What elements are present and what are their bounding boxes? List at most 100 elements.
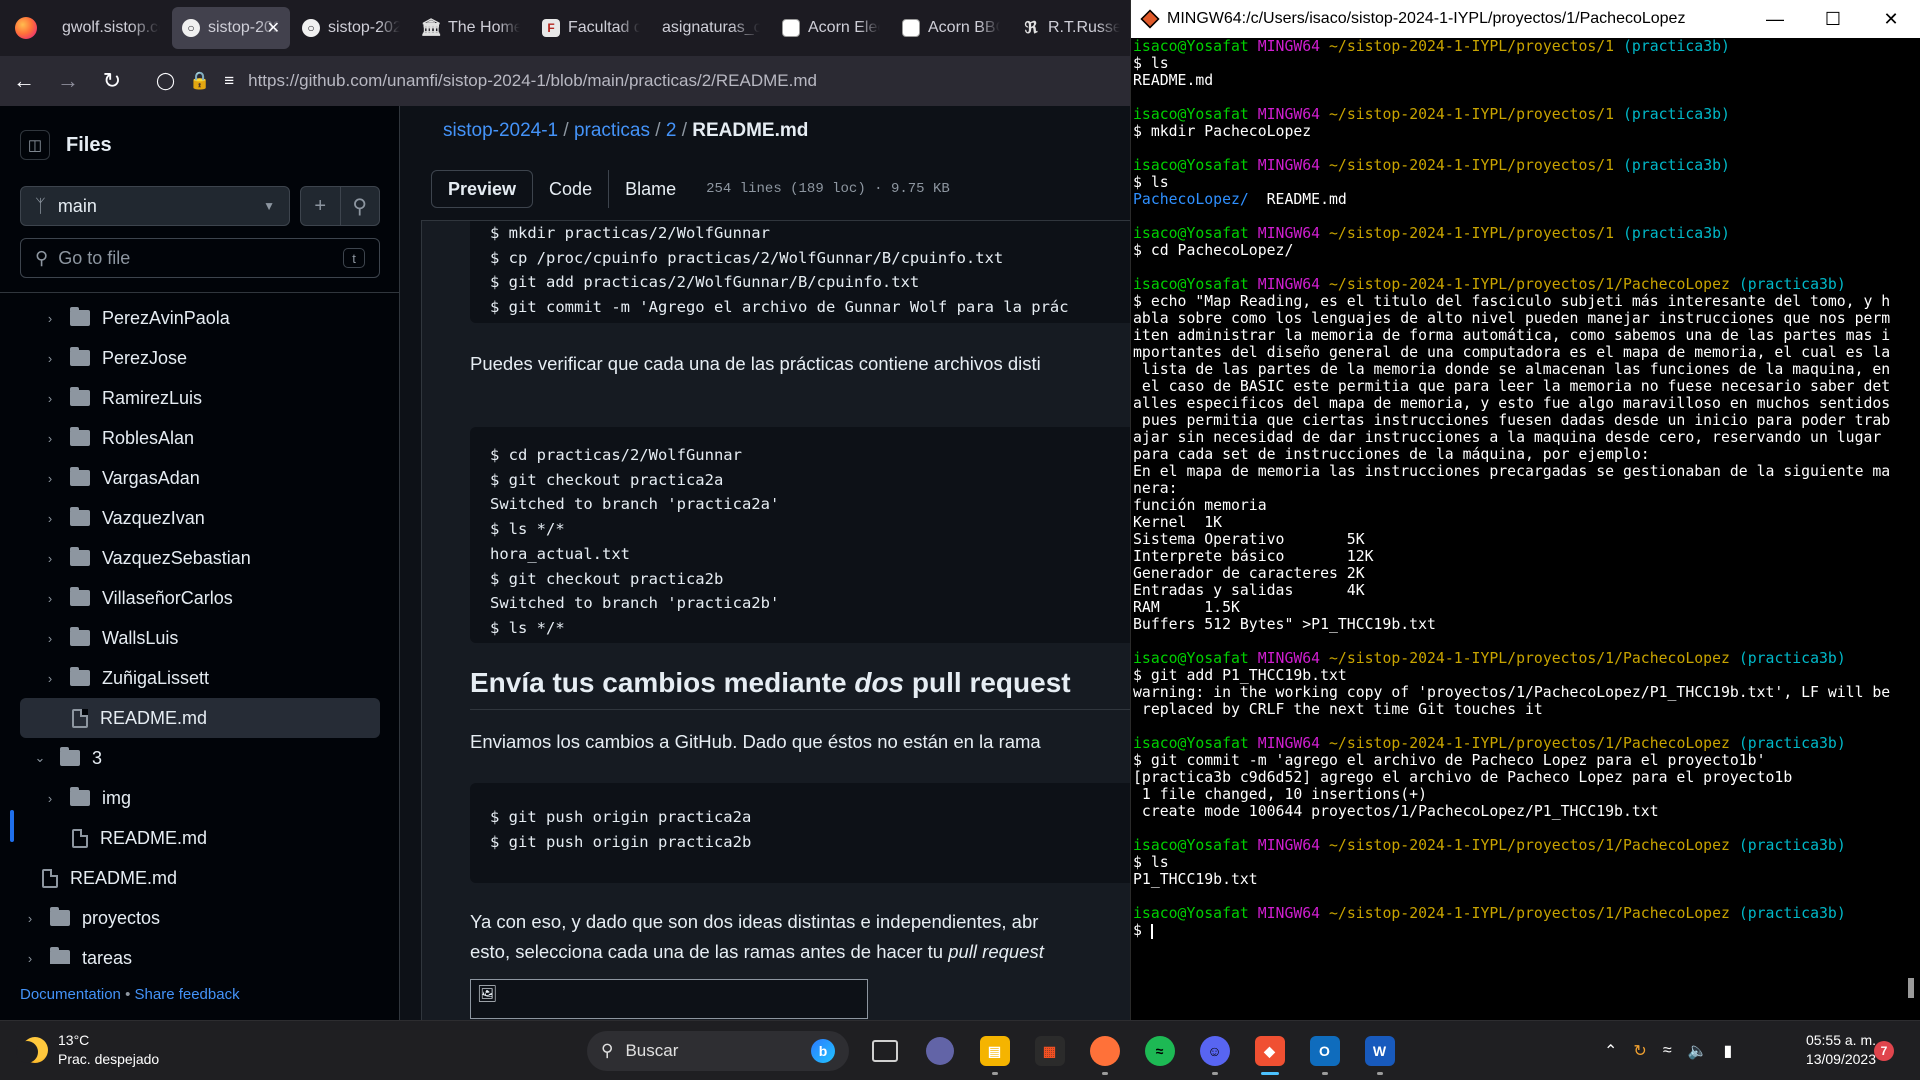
chevron-right-icon[interactable]: › xyxy=(40,391,60,406)
url-bar[interactable]: ◯ 🔒 ≡ https://github.com/unamfi/sistop-2… xyxy=(148,61,1130,101)
browser-tab[interactable]: gwolf.sistop.codigo xyxy=(52,7,170,49)
chat-button[interactable] xyxy=(912,1029,967,1073)
terminal-line: ajar sin necesidad de dar instrucciones … xyxy=(1133,429,1903,446)
branch-selector[interactable]: ᛉ main ▼ xyxy=(20,186,290,226)
github-icon: ○ xyxy=(302,19,320,37)
chevron-right-icon[interactable]: › xyxy=(40,431,60,446)
volume-icon[interactable]: 🔈 xyxy=(1688,1041,1708,1061)
share-feedback-link[interactable]: Share feedback xyxy=(135,986,240,1003)
taskbar-app[interactable]: ▤ xyxy=(967,1029,1022,1075)
chevron-right-icon[interactable]: › xyxy=(40,311,60,326)
tree-folder[interactable]: › VazquezIvan xyxy=(40,498,370,538)
go-to-file-input[interactable]: ⚲ Go to file t xyxy=(20,238,380,278)
breadcrumb-sub[interactable]: 2 xyxy=(666,120,677,141)
tree-file[interactable]: README.md xyxy=(60,818,390,858)
chevron-up-icon[interactable]: ⌃ xyxy=(1604,1041,1617,1061)
minimize-icon[interactable]: — xyxy=(1746,0,1804,38)
chevron-right-icon[interactable]: › xyxy=(40,631,60,646)
tree-folder[interactable]: › VargasAdan xyxy=(40,458,370,498)
task-view-button[interactable] xyxy=(857,1029,912,1073)
terminal-prompt: isaco@Yosafat MINGW64 ~/sistop-2024-1-IY… xyxy=(1133,905,1903,922)
browser-tab[interactable]: 🏛 The Home xyxy=(412,7,530,49)
embedded-image[interactable]: 🖼 xyxy=(470,979,868,1019)
terminal-line: warning: in the working copy of 'proyect… xyxy=(1133,684,1903,701)
forward-arrow-icon[interactable]: → xyxy=(48,61,88,101)
collapse-sidebar-icon[interactable]: ◫ xyxy=(20,130,50,160)
reload-icon[interactable]: ↻ xyxy=(92,61,132,101)
chevron-right-icon[interactable]: › xyxy=(40,551,60,566)
tree-folder[interactable]: › PerezAvinPaola xyxy=(40,298,370,338)
tree-file[interactable]: README.md xyxy=(20,698,380,738)
browser-tab[interactable]: F Facultad de xyxy=(532,7,650,49)
tree-folder[interactable]: › proyectos xyxy=(20,898,350,938)
notification-badge[interactable]: 7 xyxy=(1874,1041,1894,1061)
taskbar-app[interactable]: ☺ xyxy=(1187,1029,1242,1075)
clock[interactable]: 05:55 a. m. 13/09/2023 xyxy=(1786,1031,1876,1069)
taskbar-app[interactable]: ◆ xyxy=(1242,1029,1297,1075)
chevron-right-icon[interactable]: › xyxy=(40,591,60,606)
tree-folder[interactable]: › VazquezSebastian xyxy=(40,538,370,578)
folder-icon xyxy=(60,747,80,766)
tree-folder[interactable]: ⌄ 3 xyxy=(30,738,360,778)
tab-code[interactable]: Code xyxy=(533,170,608,208)
start-button[interactable] xyxy=(526,1029,581,1073)
back-arrow-icon[interactable]: ← xyxy=(4,61,44,101)
shield-icon[interactable]: ◯ xyxy=(156,71,175,91)
chevron-right-icon[interactable]: › xyxy=(20,951,40,965)
tree-folder[interactable]: › RamirezLuis xyxy=(40,378,370,418)
browser-tab[interactable]: Acorn BBC xyxy=(892,7,1010,49)
browser-tab[interactable]: Acorn Elec xyxy=(772,7,890,49)
terminal-text: Kernel 1K xyxy=(1133,514,1223,531)
documentation-link[interactable]: Documentation xyxy=(20,986,121,1003)
battery-icon[interactable]: ▮ xyxy=(1724,1041,1733,1061)
terminal-output[interactable]: isaco@Yosafat MINGW64 ~/sistop-2024-1-IY… xyxy=(1133,38,1903,1020)
taskbar-app[interactable]: ▦ xyxy=(1022,1029,1077,1073)
tree-folder[interactable]: › img xyxy=(40,778,370,818)
url-text[interactable]: https://github.com/unamfi/sistop-2024-1/… xyxy=(248,71,817,91)
close-tab-icon[interactable]: ✕ xyxy=(267,18,280,38)
tree-folder[interactable]: › RoblesAlan xyxy=(40,418,370,458)
tab-blame[interactable]: Blame xyxy=(608,170,692,208)
close-icon[interactable]: ✕ xyxy=(1862,0,1920,38)
tree-folder[interactable]: › tareas xyxy=(20,938,350,964)
maximize-icon[interactable]: ☐ xyxy=(1804,0,1862,38)
wifi-icon[interactable]: ≈ xyxy=(1663,1042,1672,1060)
sync-icon[interactable]: ↻ xyxy=(1633,1041,1646,1061)
chevron-right-icon[interactable]: › xyxy=(40,471,60,486)
browser-tab[interactable]: ○sistop-2024-1✕ xyxy=(172,7,290,49)
taskbar-app[interactable] xyxy=(1077,1029,1132,1075)
taskbar-app[interactable]: O xyxy=(1297,1029,1352,1075)
add-file-icon[interactable]: + xyxy=(301,187,340,225)
chevron-right-icon[interactable]: › xyxy=(40,511,60,526)
taskbar-app[interactable]: W xyxy=(1352,1029,1407,1075)
firefox-menu-icon[interactable] xyxy=(0,0,52,56)
tree-folder[interactable]: › WallsLuis xyxy=(40,618,370,658)
taskbar-app[interactable]: ≈ xyxy=(1132,1029,1187,1073)
bing-icon[interactable]: b xyxy=(811,1039,835,1063)
browser-tab[interactable]: ○ sistop-2024 xyxy=(292,7,410,49)
code-block: $ cd practicas/2/WolfGunnar $ git checko… xyxy=(470,427,1130,643)
tree-folder[interactable]: › PerezJose xyxy=(40,338,370,378)
breadcrumb-repo[interactable]: sistop-2024-1 xyxy=(443,120,558,141)
chevron-right-icon[interactable]: › xyxy=(40,791,60,806)
terminal-scrollbar[interactable] xyxy=(1908,978,1914,998)
chevron-right-icon[interactable]: › xyxy=(40,351,60,366)
breadcrumb-folder[interactable]: practicas xyxy=(574,120,650,141)
tab-preview[interactable]: Preview xyxy=(431,170,534,208)
tree-folder[interactable]: › VillaseñorCarlos xyxy=(40,578,370,618)
chevron-right-icon[interactable]: › xyxy=(20,911,40,926)
taskbar-search[interactable]: ⚲ Buscar b xyxy=(587,1031,849,1071)
search-icon[interactable]: ⚲ xyxy=(339,187,380,225)
lock-icon[interactable]: 🔒 xyxy=(189,71,210,91)
chevron-down-icon[interactable]: ⌄ xyxy=(30,750,50,766)
permissions-icon[interactable]: ≡ xyxy=(224,71,234,91)
browser-tab[interactable]: ℜ R.T.Russell xyxy=(1012,7,1130,49)
weather-widget[interactable]: 13°C Prac. despejado xyxy=(16,1031,159,1069)
browser-tab[interactable]: asignaturas_c xyxy=(652,7,770,49)
chevron-right-icon[interactable]: › xyxy=(40,671,60,686)
tree-folder[interactable]: › ZuñigaLissett xyxy=(40,658,370,698)
tree-file[interactable]: README.md xyxy=(30,858,360,898)
